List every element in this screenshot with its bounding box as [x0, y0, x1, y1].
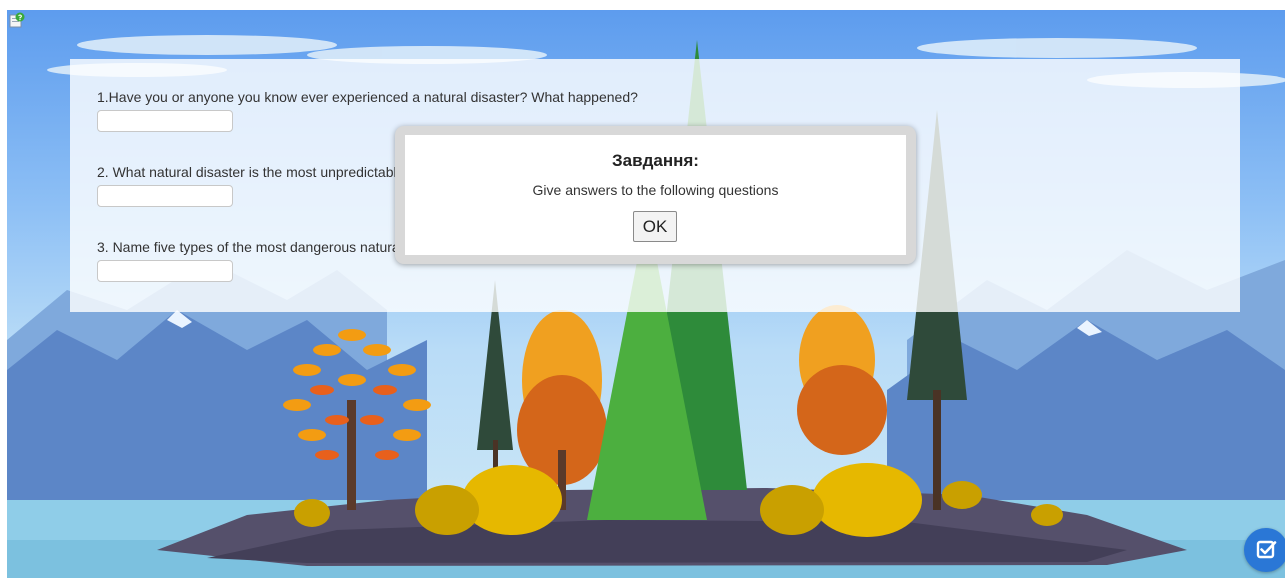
question-1-text: 1.Have you or anyone you know ever exper…	[97, 89, 638, 105]
dialog-message: Give answers to the following questions	[532, 182, 779, 198]
answer-1-input[interactable]	[97, 110, 233, 132]
task-dialog: Завдання: Give answers to the following …	[395, 126, 916, 264]
answer-2-input[interactable]	[97, 185, 233, 207]
dialog-title: Завдання:	[612, 151, 699, 170]
help-icon[interactable]	[9, 12, 25, 28]
check-answers-button[interactable]	[1244, 528, 1285, 572]
task-dialog-body: Завдання: Give answers to the following …	[405, 135, 906, 255]
check-answers-icon	[1256, 540, 1277, 559]
exercise-stage: 1.Have you or anyone you know ever exper…	[7, 10, 1285, 578]
question-2-text: 2. What natural disaster is the most unp…	[97, 164, 413, 180]
answer-3-input[interactable]	[97, 260, 233, 282]
ok-button[interactable]: OK	[633, 211, 677, 242]
